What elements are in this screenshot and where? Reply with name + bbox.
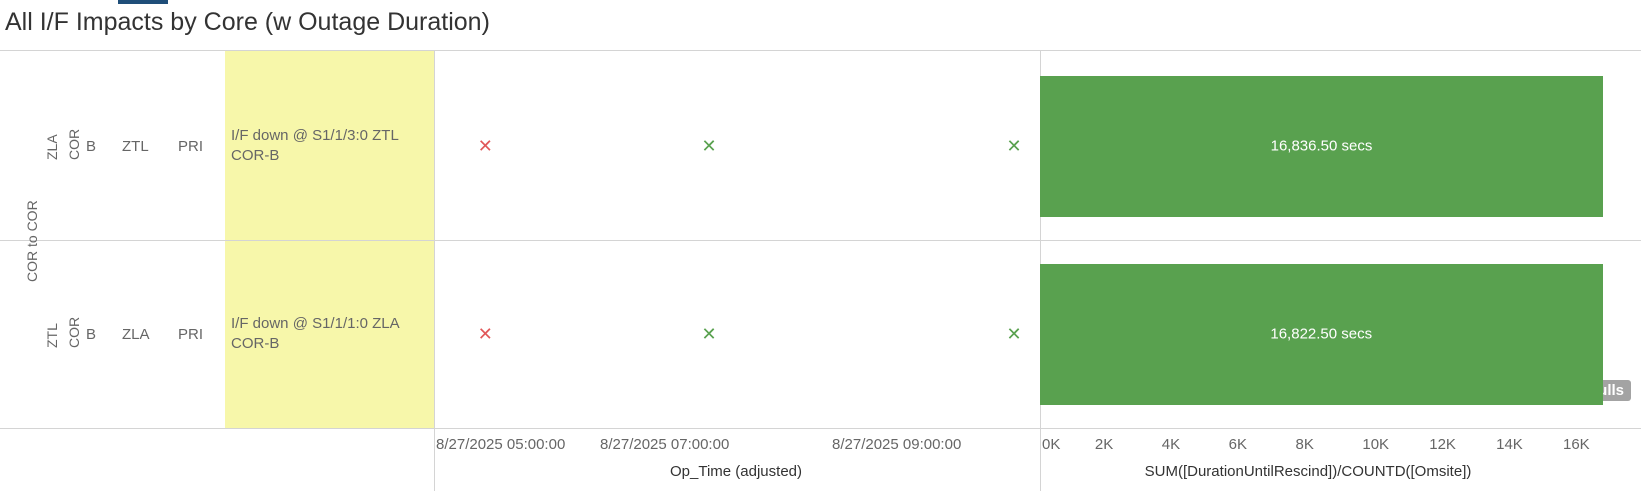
duration-axis-title: SUM([DurationUntilRescind])/COUNTD([Omsi… [1144,463,1472,480]
duration-tick-label: 2K [1094,436,1114,453]
row-divider [0,240,1641,241]
row-site: ZLA [44,134,60,160]
op-time-point[interactable]: ✕ [1006,325,1021,343]
duration-tick-label: 14K [1496,436,1523,453]
duration-bar-label: 16,822.50 secs [1270,325,1373,343]
duration-tick-label: 16K [1563,436,1590,453]
row-plane: B [86,138,97,155]
duration-tick-label: 6K [1228,436,1247,453]
op-time-tick-label: 8/27/2025 07:00:00 [600,436,730,453]
axis-divider [0,428,1641,429]
op-time-axis-title: Op_Time (adjusted) [670,463,802,480]
logo-mark [118,0,168,4]
duration-tick-label: 0K [1042,436,1061,453]
row-description: I/F down @ S1/1/1:0 ZLA COR-B [231,315,399,352]
pane-divider-1 [434,51,435,491]
duration-tick-label: 8K [1295,436,1314,453]
op-time-point[interactable]: ✕ [701,325,716,343]
op-time-point[interactable]: ✕ [478,137,493,155]
group-label: COR to COR [24,200,40,282]
row-plane: B [86,326,97,343]
row-priority: PRI [178,326,204,343]
row-type: COR [66,128,82,160]
row-description: I/F down @ S1/1/3:0 ZTL COR-B [231,127,399,164]
row-priority: PRI [178,138,204,155]
op-time-point[interactable]: ✕ [701,137,716,155]
row-type: COR [66,316,82,348]
page-title: All I/F Impacts by Core (w Outage Durati… [5,8,490,36]
op-time-point[interactable]: ✕ [1006,137,1021,155]
duration-tick-label: 4K [1161,436,1181,453]
row-remote: ZTL [122,138,149,155]
row-remote: ZLA [122,326,150,343]
duration-bar-label: 16,836.50 secs [1270,137,1373,155]
op-time-point[interactable]: ✕ [478,325,493,343]
duration-tick-label: 12K [1429,436,1456,453]
op-time-tick-label: 8/27/2025 09:00:00 [832,436,962,453]
op-time-tick-label: 8/27/2025 05:00:00 [436,436,566,453]
row-site: ZTL [44,323,60,348]
duration-tick-label: 10K [1362,436,1390,453]
